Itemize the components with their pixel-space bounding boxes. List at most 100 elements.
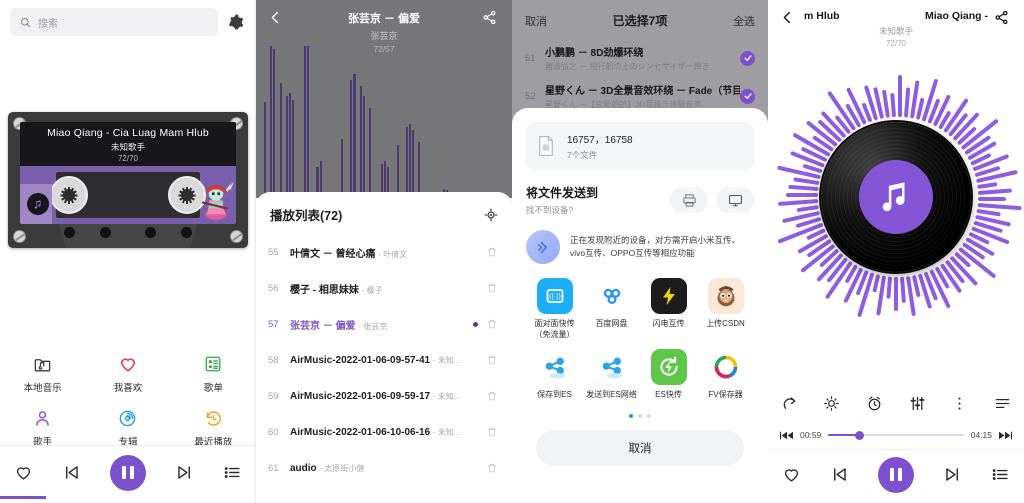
previous-track-icon[interactable] — [62, 463, 81, 482]
nearby-share-icon — [526, 230, 560, 264]
chevron-left-icon[interactable] — [268, 10, 286, 25]
queue-list-icon[interactable] — [991, 465, 1010, 484]
selected-items-list: 51 小鹏鹏 － 8D劲爆环绕 難波弘之 － 飛行船の上のシンセサイザー弾き 52 星野… — [512, 39, 768, 115]
page-dot[interactable] — [629, 414, 633, 419]
checkmark-icon[interactable] — [740, 50, 755, 66]
share-target-fv-saver[interactable]: FV保存器 — [697, 348, 754, 401]
printer-icon[interactable] — [670, 187, 708, 213]
player-transport-bar — [768, 449, 1024, 499]
waveform-bar — [353, 74, 356, 198]
equalizer-icon[interactable] — [909, 395, 926, 412]
share-target-csdn-upload[interactable]: 上传CSDN — [697, 278, 754, 341]
mini-player-bar — [0, 445, 256, 499]
share-target-face-to-face-transfer[interactable]: ((·)) 面对面快传 （免流量） — [526, 278, 583, 341]
spectrum-ray — [978, 197, 1006, 201]
nav-playlists[interactable]: 歌单 — [171, 348, 256, 402]
pause-button[interactable] — [109, 454, 146, 491]
spectrum-ray — [977, 182, 998, 190]
nav-local-music[interactable]: 本地音乐 — [0, 348, 85, 402]
locate-current-icon[interactable] — [484, 207, 498, 222]
delete-track-icon[interactable] — [486, 462, 500, 474]
seek-slider[interactable] — [828, 428, 964, 442]
track-row[interactable]: 56 樱子 - 相思妹妹 - 樱子 — [256, 270, 512, 306]
screw-icon — [230, 230, 243, 243]
track-row[interactable]: 60 AirMusic-2022-01-06-10-06-16 - 未知... — [256, 414, 512, 450]
gear-icon[interactable] — [226, 12, 246, 32]
cassette-title: Miao Qiang - Cia Luag Mam Hlub — [47, 127, 209, 139]
share-target-label: 百度网盘 — [595, 319, 628, 328]
page-dot[interactable] — [638, 414, 642, 419]
share-target-es-save[interactable]: 保存到ES — [526, 348, 583, 401]
track-row[interactable]: 61 audio - 太原街小健 — [256, 450, 512, 486]
next-track-icon[interactable] — [175, 463, 194, 482]
item-subtitle: 難波弘之 － 飛行船の上のシンセサイザー弾き — [545, 62, 710, 71]
share-target-lightning-transfer[interactable]: 闪电互传 — [640, 278, 697, 341]
waveform-visualizer — [256, 40, 512, 198]
queue-header-backdrop: 张芸京 － 偏爱 张芸京 72/57 — [256, 0, 512, 198]
send-subtitle[interactable]: 找不到设备? — [526, 204, 598, 216]
disc-icon — [85, 406, 170, 430]
nav-label: 我喜欢 — [113, 383, 143, 394]
delete-track-icon[interactable] — [486, 246, 500, 258]
cancel-selection-button[interactable]: 取消 — [525, 13, 547, 29]
lyrics-icon[interactable] — [994, 395, 1011, 412]
brightness-icon[interactable] — [823, 395, 840, 412]
next-track-icon[interactable] — [943, 465, 962, 484]
track-row[interactable]: 55 叶倩文 － 曾经心痛 - 叶倩文 — [256, 234, 512, 270]
waveform-bar — [285, 95, 288, 198]
discovery-text: 正在发现附近的设备，对方需开启小米互传、vivo互传、OPPO互传等相应功能 — [570, 234, 741, 258]
repeat-icon[interactable] — [781, 395, 798, 412]
track-name: 张芸京 － 偏爱 - 张芸京 — [290, 320, 388, 332]
delete-track-icon[interactable] — [486, 390, 500, 402]
track-title: 张芸京 － 偏爱 — [347, 13, 421, 25]
previous-track-icon[interactable] — [830, 465, 849, 484]
player-navbar: m Hlub Miao Qiang - 未知歌手 72/70 — [768, 0, 1024, 50]
track-name: AirMusic-2022-01-06-09-59-17 - 未知... — [290, 390, 461, 402]
waveform-bar — [273, 49, 276, 198]
track-row[interactable]: 57 张芸京 － 偏爱 - 张芸京 — [256, 306, 512, 342]
track-index: 57 — [268, 318, 279, 330]
share-target-es-network-send[interactable]: 发送到ES网络 — [583, 348, 640, 401]
search-input[interactable]: 搜索 — [10, 8, 218, 36]
heart-outline-icon[interactable] — [14, 463, 33, 482]
mascot-illustration — [201, 179, 234, 220]
fast-forward-icon[interactable] — [999, 430, 1012, 441]
delete-track-icon[interactable] — [486, 282, 500, 294]
panel-local-music-home: 搜索 Miao Qiang - Cia Luag Mam Hlub 未知歌手 7… — [0, 0, 256, 503]
selected-item-row[interactable]: 51 小鹏鹏 － 8D劲爆环绕 難波弘之 － 飛行船の上のシンセサイザー弾き — [512, 39, 768, 77]
more-options-icon[interactable] — [951, 395, 968, 412]
nearby-discovery-row: 正在发现附近的设备，对方需开启小米互传、vivo互传、OPPO互传等相应功能 — [526, 230, 754, 264]
nav-favorites[interactable]: 我喜欢 — [85, 348, 170, 402]
track-row[interactable]: 59 AirMusic-2022-01-06-09-59-17 - 未知... — [256, 378, 512, 414]
delete-track-icon[interactable] — [486, 426, 500, 438]
queue-list-icon[interactable] — [223, 463, 242, 482]
share-target-baidu-netdisk[interactable]: 百度网盘 — [583, 278, 640, 341]
pause-button[interactable] — [877, 456, 914, 493]
track-artist: - 张芸京 — [358, 321, 388, 331]
cancel-button[interactable]: 取消 — [536, 430, 744, 467]
share-icon[interactable] — [482, 10, 500, 25]
cassette-artwork[interactable]: Miao Qiang - Cia Luag Mam Hlub 未知歌手 72/7… — [8, 112, 248, 248]
select-all-button[interactable]: 全选 — [733, 13, 755, 29]
track-row[interactable]: 58 AirMusic-2022-01-06-09-57-41 - 未知... — [256, 342, 512, 378]
rewind-icon[interactable] — [780, 430, 793, 441]
file-summary-card[interactable]: 16757，16758 7个文件 — [526, 122, 754, 170]
waveform-bar — [307, 46, 310, 198]
item-index: 51 — [525, 52, 536, 64]
fv-saver-icon — [707, 348, 744, 385]
checkmark-icon[interactable] — [740, 88, 755, 104]
csdn-upload-icon — [707, 278, 744, 314]
monitor-icon[interactable] — [716, 187, 754, 213]
sleep-timer-icon[interactable] — [866, 395, 883, 412]
delete-track-icon[interactable] — [486, 318, 500, 330]
delete-track-icon[interactable] — [486, 354, 500, 366]
share-target-es-quick-transfer[interactable]: ES快传 — [640, 348, 697, 401]
heart-outline-icon[interactable] — [782, 465, 801, 484]
page-dot[interactable] — [647, 414, 651, 419]
share-icon[interactable] — [994, 10, 1012, 25]
vinyl-visualizer[interactable] — [768, 56, 1024, 338]
playing-indicator-dot — [473, 321, 478, 327]
lightning-transfer-icon — [650, 278, 687, 314]
share-bottom-sheet: 16757，16758 7个文件 将文件发送到 找不到设备? 正在发现附近的设备… — [512, 108, 768, 503]
chevron-left-icon[interactable] — [780, 10, 798, 25]
